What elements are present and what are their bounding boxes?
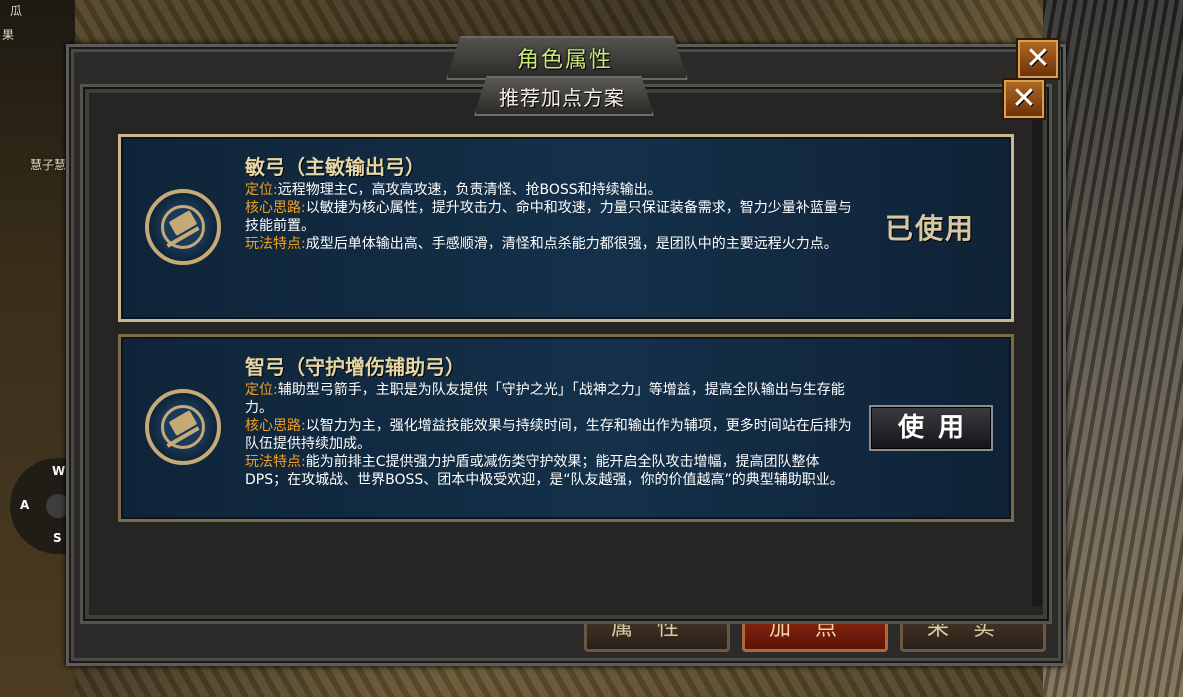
dialog-scrollbar[interactable] bbox=[1032, 120, 1042, 606]
compass-a: A bbox=[20, 498, 30, 512]
bow-skill-icon bbox=[145, 189, 221, 265]
label-play-style: 玩法特点: bbox=[245, 236, 306, 252]
label-positioning: 定位: bbox=[245, 382, 278, 398]
build-option-card: 敏弓（主敏输出弓） 定位:远程物理主C，高攻高攻速，负责清怪、抢BOSS和持续输… bbox=[118, 134, 1014, 322]
dialog-title: 推荐加点方案 bbox=[499, 86, 625, 110]
build-option-name: 敏弓（主敏输出弓） bbox=[245, 155, 425, 179]
used-status-label: 已使用 bbox=[885, 212, 976, 245]
scene-text: 果 bbox=[2, 28, 15, 42]
build-option-card: 智弓（守护增伤辅助弓） 定位:辅助型弓箭手，主职是为队友提供「守护之光」「战神之… bbox=[118, 334, 1014, 522]
label-play-style: 玩法特点: bbox=[245, 454, 306, 470]
scene-text: 瓜 bbox=[10, 4, 23, 18]
game-scene-left bbox=[0, 0, 75, 697]
build-option-description: 定位:远程物理主C，高攻高攻速，负责清怪、抢BOSS和持续输出。 核心思路:以敏… bbox=[245, 181, 855, 253]
use-build-button[interactable]: 使用 bbox=[869, 405, 993, 451]
text-play-style: 能为前排主C提供强力护盾或减伤类守护效果；能开启全队攻击增幅，提高团队整体DPS… bbox=[245, 454, 844, 488]
text-positioning: 辅助型弓箭手，主职是为队友提供「守护之光」「战神之力」等增益，提高全队输出与生存… bbox=[245, 382, 845, 416]
text-play-style: 成型后单体输出高、手感顺滑，清怪和点杀能力都很强，是团队中的主要远程火力点。 bbox=[305, 236, 838, 252]
compass-w: W bbox=[52, 464, 66, 478]
window-title: 角色属性 bbox=[516, 48, 613, 73]
compass-s: S bbox=[53, 531, 62, 545]
build-option-description: 定位:辅助型弓箭手，主职是为队友提供「守护之光」「战神之力」等增益，提高全队输出… bbox=[245, 381, 855, 489]
bow-skill-icon bbox=[145, 389, 221, 465]
label-positioning: 定位: bbox=[245, 182, 278, 198]
text-positioning: 远程物理主C，高攻高攻速，负责清怪、抢BOSS和持续输出。 bbox=[277, 182, 662, 198]
close-window-button[interactable]: ✕ bbox=[1016, 38, 1060, 80]
text-core-idea: 以敏捷为核心属性，提升攻击力、命中和攻速，力量只保证装备需求，智力少量补蓝量与技… bbox=[245, 200, 852, 234]
label-core-idea: 核心思路: bbox=[245, 200, 306, 216]
player-name-label: 慧子慧 bbox=[30, 158, 67, 172]
build-option-name: 智弓（守护增伤辅助弓） bbox=[245, 355, 465, 379]
close-dialog-button[interactable]: ✕ bbox=[1002, 78, 1046, 120]
label-core-idea: 核心思路: bbox=[245, 418, 306, 434]
text-core-idea: 以智力为主，强化增益技能效果与持续时间，生存和输出作为辅项，更多时间站在后排为队… bbox=[245, 418, 852, 452]
